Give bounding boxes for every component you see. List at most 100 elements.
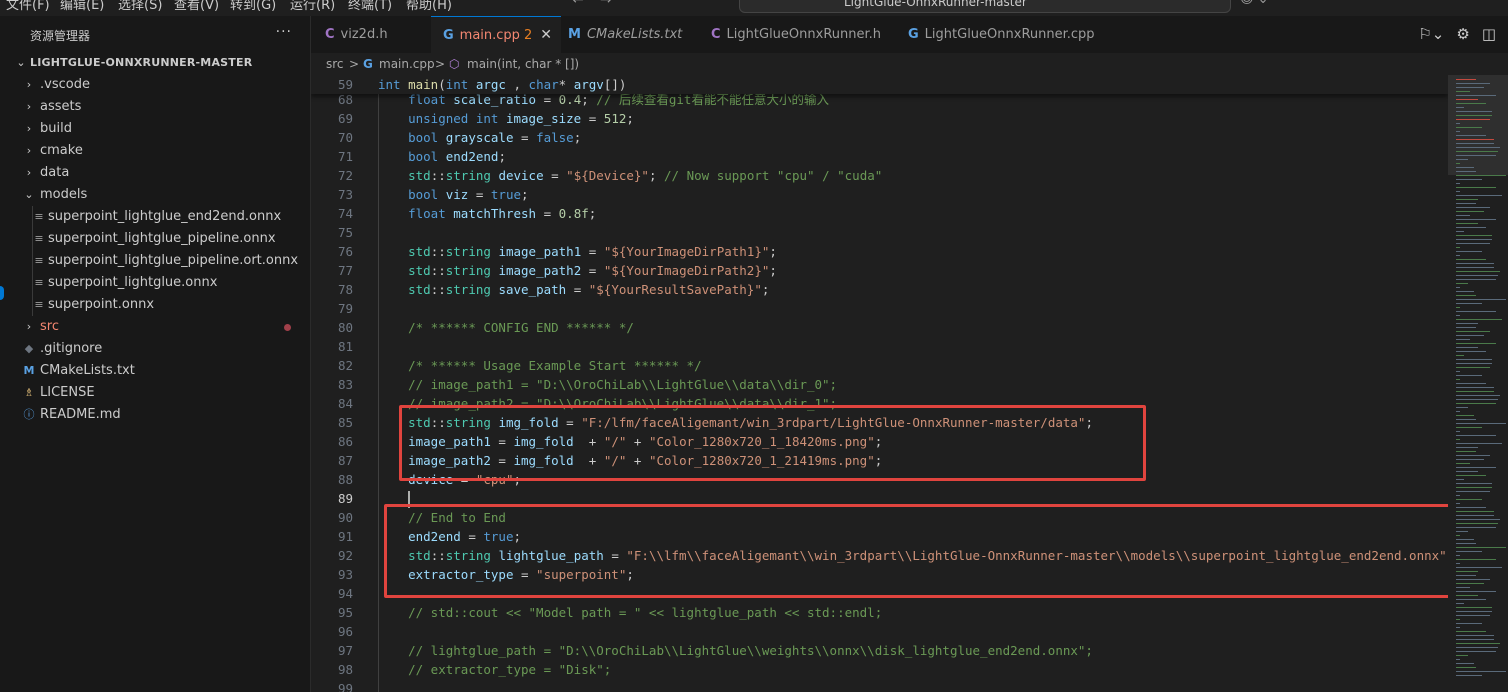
- minimap-line: [1456, 435, 1496, 436]
- line-number: 90: [337, 510, 353, 525]
- minimap-line: [1456, 535, 1460, 536]
- tree-item-label: README.md: [40, 407, 121, 422]
- tree-item-label: .vscode: [40, 77, 90, 92]
- minimap[interactable]: [1448, 75, 1508, 692]
- tree-item-assets[interactable]: › assets: [12, 96, 310, 118]
- c-header-icon: C: [325, 27, 335, 42]
- minimap-line: [1456, 599, 1486, 600]
- minimap-slider[interactable]: [1448, 75, 1508, 175]
- line-number: 97: [337, 643, 353, 658]
- menu-run[interactable]: 运行(R): [290, 0, 335, 13]
- menu-help[interactable]: 帮助(H): [406, 0, 452, 13]
- minimap-line: [1456, 135, 1486, 136]
- tree-item-build[interactable]: › build: [12, 118, 310, 140]
- minimap-line: [1456, 379, 1460, 380]
- tree-item-file[interactable]: ≡ superpoint_lightglue_pipeline.onnx: [12, 228, 310, 250]
- breadcrumb-symbol[interactable]: main(int, char * []): [467, 53, 579, 75]
- tree-item-vscode[interactable]: › .vscode: [12, 74, 310, 96]
- minimap-line: [1456, 107, 1464, 108]
- breadcrumb-folder[interactable]: src: [326, 53, 344, 75]
- tree-item-label: CMakeLists.txt: [40, 363, 135, 378]
- tree-item-file[interactable]: ≡ superpoint_lightglue.onnx: [12, 272, 310, 294]
- minimap-line: [1456, 667, 1476, 668]
- minimap-line: [1456, 371, 1460, 372]
- menu-file[interactable]: 文件(F): [6, 0, 50, 13]
- text-cursor: [408, 491, 410, 508]
- tree-item-cmakelists[interactable]: M CMakeLists.txt: [12, 360, 310, 382]
- minimap-line: [1456, 451, 1476, 452]
- tree-item-file[interactable]: ≡ superpoint_lightglue_pipeline.ort.onnx: [12, 250, 310, 272]
- minimap-line: [1456, 283, 1468, 284]
- minimap-line: [1456, 639, 1494, 640]
- minimap-line: [1456, 119, 1490, 120]
- tab-viz2d-h[interactable]: Cviz2d.h: [325, 16, 430, 53]
- close-icon[interactable]: ✕: [540, 27, 552, 43]
- tree-item-label: superpoint.onnx: [48, 297, 155, 312]
- run-debug-icon[interactable]: ⚐⌄: [1418, 25, 1444, 43]
- line-number: 89: [337, 491, 353, 506]
- tab-lightglue-h[interactable]: C LightGlueOnnxRunner.h: [711, 16, 891, 53]
- breadcrumb-separator: >: [349, 57, 360, 71]
- minimap-line: [1456, 427, 1482, 428]
- minimap-line: [1456, 267, 1494, 268]
- line-number: 75: [337, 225, 353, 240]
- tree-item-file[interactable]: ≡ superpoint.onnx: [12, 294, 310, 316]
- menu-terminal[interactable]: 终端(T): [348, 0, 392, 13]
- minimap-line: [1456, 83, 1490, 84]
- gear-icon[interactable]: ⚙: [1456, 25, 1469, 43]
- line-number: 84: [337, 396, 353, 411]
- code-line: float matchThresh = 0.8f;: [408, 206, 597, 221]
- minimap-line: [1456, 403, 1496, 404]
- minimap-line: [1456, 531, 1468, 532]
- minimap-line: [1456, 595, 1478, 596]
- code-line: std::string lightglue_path = "F:\\lfm\\f…: [408, 548, 1448, 563]
- tree-item-label: build: [40, 121, 72, 136]
- sticky-scroll-line[interactable]: 59 int main(int argc , char* argv[]): [311, 75, 1448, 94]
- minimap-line: [1456, 179, 1482, 180]
- back-arrow-icon[interactable]: ←: [572, 0, 584, 8]
- minimap-line: [1456, 491, 1490, 492]
- tab-lightglue-cpp[interactable]: G LightGlueOnnxRunner.cpp: [908, 16, 1098, 53]
- tab-cmakelists[interactable]: M CMakeLists.txt: [568, 16, 698, 53]
- tab-label: CMakeLists.txt: [586, 27, 683, 42]
- more-actions-icon[interactable]: ···: [276, 24, 292, 40]
- tree-item-src[interactable]: › src: [12, 316, 310, 338]
- tree-item-license[interactable]: ♗ LICENSE: [12, 382, 310, 404]
- forward-arrow-icon[interactable]: →: [600, 0, 612, 8]
- copilot-icon[interactable]: ☺ ⌄: [1240, 0, 1269, 7]
- minimap-line: [1456, 411, 1460, 412]
- tree-item-label: superpoint_lightglue.onnx: [48, 275, 218, 290]
- command-center-search[interactable]: LightGlue-OnnxRunner-master: [739, 0, 1231, 13]
- code-line: unsigned int image_size = 512;: [408, 111, 634, 126]
- split-editor-icon[interactable]: ◫: [1482, 25, 1496, 43]
- minimap-line: [1456, 399, 1498, 400]
- code-editor[interactable]: 59 int main(int argc , char* argv[]) 68 …: [311, 75, 1448, 692]
- menu-go[interactable]: 转到(G): [230, 0, 276, 13]
- line-number: 82: [337, 358, 353, 373]
- tree-item-data[interactable]: › data: [12, 162, 310, 184]
- line-number: 70: [337, 130, 353, 145]
- tree-item-cmake[interactable]: › cmake: [12, 140, 310, 162]
- line-number: 79: [337, 301, 353, 316]
- minimap-line: [1456, 495, 1460, 496]
- tree-root[interactable]: ⌄ LIGHTGLUE-ONNXRUNNER-MASTER: [12, 52, 310, 74]
- menu-selection[interactable]: 选择(S): [118, 0, 162, 13]
- minimap-line: [1456, 475, 1486, 476]
- minimap-line: [1456, 307, 1460, 308]
- menu-edit[interactable]: 编辑(E): [60, 0, 104, 13]
- minimap-line: [1456, 467, 1496, 468]
- tree-item-label: models: [40, 187, 88, 202]
- menu-view[interactable]: 查看(V): [174, 0, 219, 13]
- editor-actions: ⚐⌄ ⚙ ◫: [1418, 16, 1508, 53]
- minimap-line: [1456, 271, 1500, 272]
- tree-item-readme[interactable]: ⓘ README.md: [12, 404, 310, 426]
- tab-main-cpp[interactable]: Gmain.cpp 2 ✕: [431, 16, 561, 54]
- minimap-line: [1456, 275, 1498, 276]
- minimap-line: [1456, 123, 1460, 124]
- minimap-line: [1456, 79, 1476, 80]
- tree-item-file[interactable]: ≡ superpoint_lightglue_end2end.onnx: [12, 206, 310, 228]
- breadcrumb-file[interactable]: main.cpp: [379, 53, 435, 75]
- source-control-badge[interactable]: [0, 286, 4, 300]
- tree-item-gitignore[interactable]: ◆ .gitignore: [12, 338, 310, 360]
- tree-item-models[interactable]: ⌄ models: [12, 184, 310, 206]
